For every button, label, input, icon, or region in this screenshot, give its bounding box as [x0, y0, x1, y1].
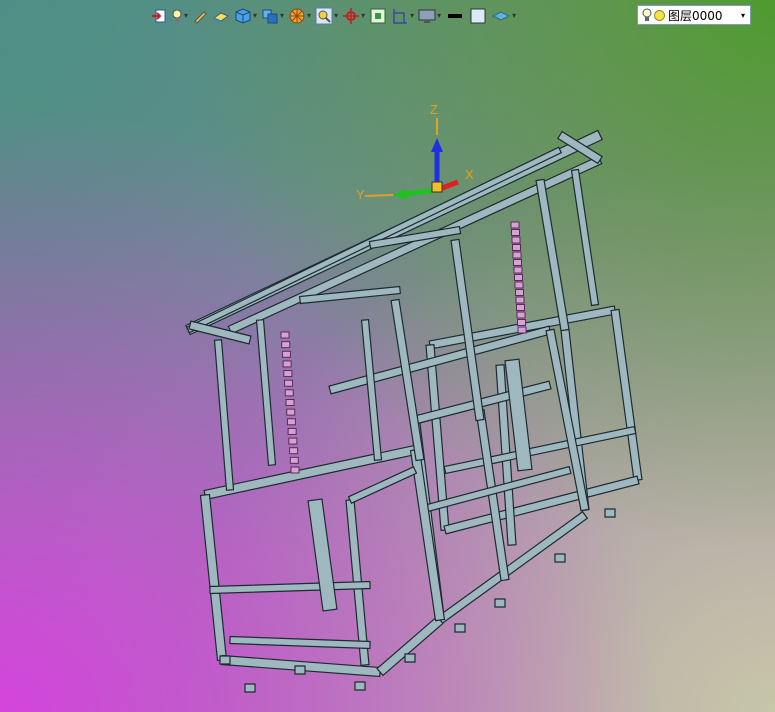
chain-link	[284, 379, 294, 387]
chain-link	[516, 311, 526, 319]
chain-link	[288, 437, 298, 445]
chain-link	[284, 389, 294, 397]
chain-link	[517, 326, 527, 334]
x-axis-label: X	[465, 167, 474, 182]
chain-link	[282, 360, 292, 368]
chain-link	[511, 236, 521, 244]
chain-link	[289, 456, 299, 464]
cylinder	[307, 498, 338, 612]
leveling-foot	[494, 598, 506, 608]
chain-link	[511, 229, 520, 236]
y-axis-arrowhead	[393, 188, 407, 200]
coordinate-triad: Z Y X	[356, 102, 474, 202]
chain-link	[510, 221, 520, 229]
frame-beam	[443, 475, 640, 535]
chain-link	[289, 447, 299, 455]
chain-link	[286, 408, 296, 416]
top-rail-front	[227, 155, 603, 335]
leveling-foot	[454, 623, 466, 633]
column	[360, 319, 383, 461]
leveling-foot	[404, 653, 416, 663]
chain-link	[281, 341, 291, 349]
chain-link	[280, 331, 290, 339]
frame-beam	[209, 580, 371, 595]
chain-link	[517, 319, 526, 326]
chain-link	[514, 274, 523, 281]
chain-link	[513, 259, 522, 266]
leveling-foot	[554, 553, 566, 563]
chain-link	[514, 281, 524, 289]
leveling-foot	[354, 681, 366, 691]
z-axis-arrowhead	[431, 138, 443, 152]
frame-post	[199, 493, 228, 662]
frame-beam	[443, 425, 637, 475]
frame-post	[610, 308, 643, 482]
chain-link	[285, 399, 295, 406]
column	[390, 298, 425, 462]
column	[255, 319, 277, 466]
chain-link	[287, 427, 297, 435]
leveling-foot	[604, 508, 616, 518]
chain-link	[286, 418, 296, 426]
column	[535, 178, 570, 332]
column	[450, 238, 485, 422]
column	[570, 168, 600, 307]
frame-structure	[185, 129, 643, 693]
y-axis-label: Y	[356, 187, 365, 202]
frame-beam	[203, 444, 417, 501]
chain-link	[515, 296, 525, 304]
chain-link	[515, 289, 524, 296]
top-rail-inner	[185, 146, 563, 334]
leveling-foot	[219, 655, 231, 665]
frame-beam	[376, 615, 444, 677]
machine-frame-model[interactable]: Z Y X	[0, 0, 775, 712]
triad-origin	[431, 181, 443, 193]
chain-link	[513, 266, 523, 274]
chain-link	[516, 304, 525, 311]
column	[213, 339, 235, 491]
z-axis-label: Z	[430, 102, 438, 117]
leveling-foot	[244, 683, 256, 693]
chain-link	[290, 466, 300, 474]
3d-viewport[interactable]: ▾ ▾ ▾ ▾ ▾ ▾ ▾ ▾ ▾ 图层0000 ▾ Z Y X	[0, 0, 775, 712]
chain-link	[281, 350, 291, 358]
frame-beam	[229, 635, 371, 650]
chain-link	[283, 370, 293, 378]
y-axis-extension	[364, 194, 394, 197]
frame-beam	[347, 466, 418, 504]
leveling-foot	[294, 665, 306, 675]
chain-link	[512, 244, 521, 251]
chain-link	[512, 251, 522, 259]
